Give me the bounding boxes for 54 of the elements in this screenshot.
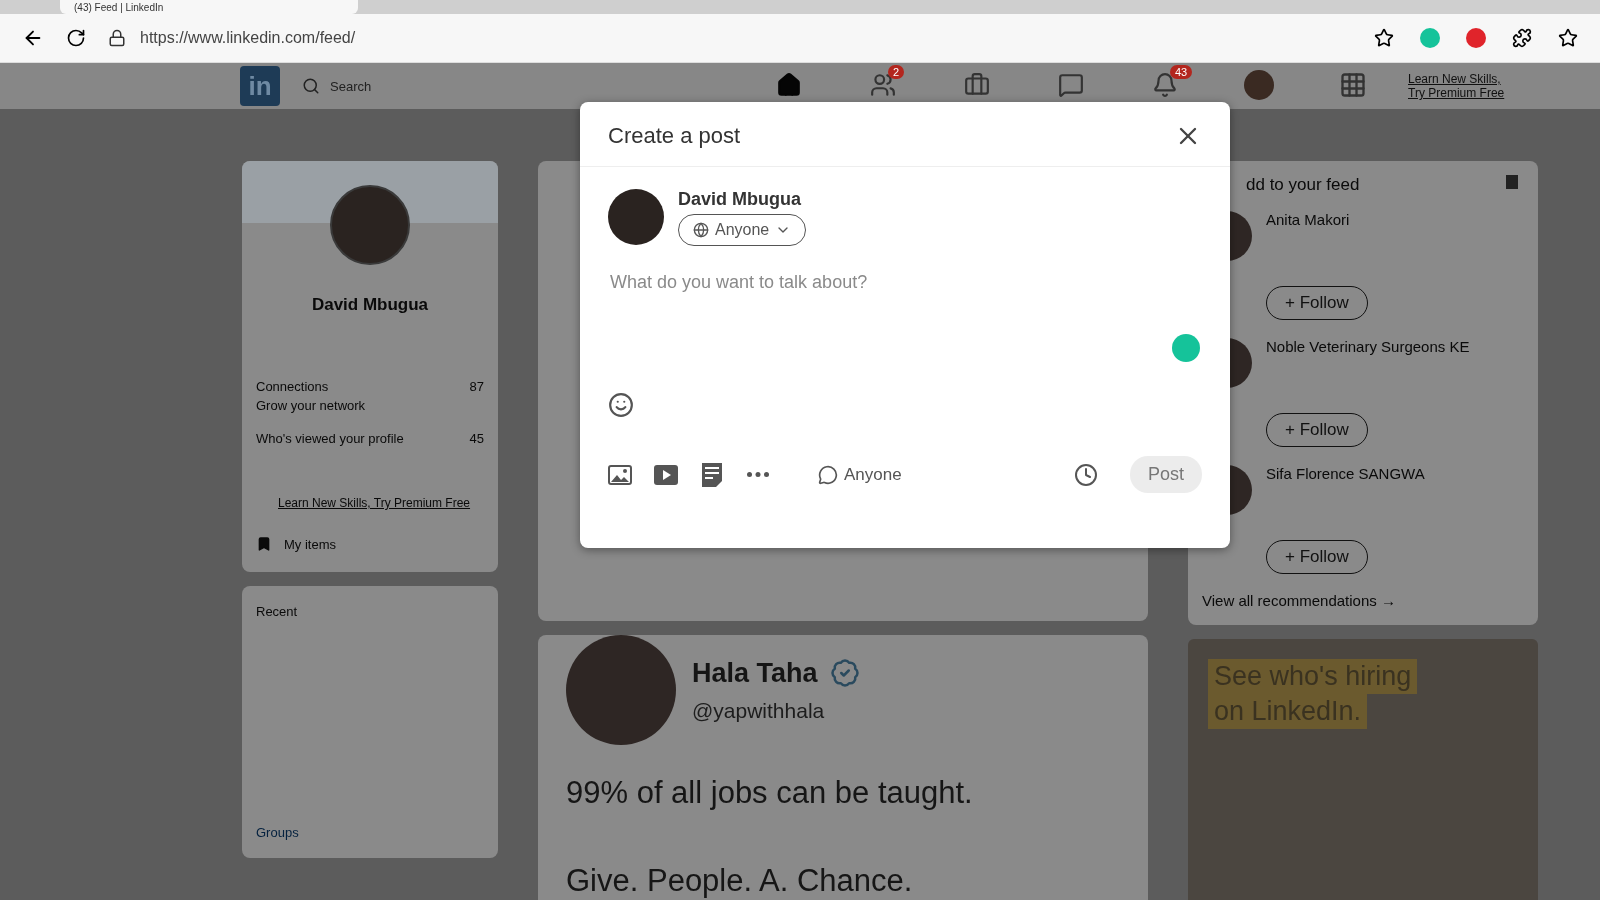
extensions-icon[interactable] <box>1512 28 1532 48</box>
home-icon[interactable] <box>776 72 802 98</box>
browser-tab[interactable]: (43) Feed | LinkedIn <box>60 0 358 14</box>
more-icon <box>747 472 769 477</box>
image-icon <box>608 464 632 485</box>
author-name: Hala Taha <box>692 657 818 689</box>
logo[interactable]: in <box>240 66 280 106</box>
favorite-icon[interactable] <box>1374 28 1394 48</box>
author-name: David Mbugua <box>678 189 802 210</box>
comment-audience-button[interactable]: Anyone <box>812 463 908 486</box>
person-name[interactable]: Anita Makori <box>1266 211 1368 228</box>
dialog-title: Create a post <box>608 123 741 149</box>
person-name[interactable]: Sifa Florence SANGWA <box>1266 465 1425 482</box>
stat-caption[interactable]: Grow your network <box>242 394 498 431</box>
reload-icon[interactable] <box>66 28 86 48</box>
emoji-icon[interactable] <box>608 392 634 418</box>
profile-name[interactable]: David Mbugua <box>242 295 498 315</box>
avatar <box>608 189 664 245</box>
stat-value: 45 <box>469 431 484 446</box>
search-field[interactable]: Search <box>330 78 372 94</box>
view-all-link[interactable]: View all recommendations → <box>1202 592 1518 609</box>
address-bar[interactable]: https://www.linkedin.com/feed/ <box>140 29 356 47</box>
globe-icon <box>693 222 709 238</box>
premium-link[interactable]: Learn New Skills, Try Premium Free <box>242 496 492 510</box>
audience-dropdown[interactable]: Anyone <box>678 214 807 246</box>
briefcase-icon[interactable] <box>964 72 990 98</box>
premium-link[interactable]: Try Premium Free <box>1408 86 1505 100</box>
post-text: 99% of all jobs can be taught. <box>565 775 974 811</box>
search-icon <box>302 77 320 95</box>
stat-label: Who's viewed your profile <box>256 431 404 446</box>
premium-link[interactable]: Learn New Skills, <box>1408 72 1505 86</box>
avatar[interactable] <box>1244 70 1274 100</box>
count-badge: 2 <box>888 65 905 79</box>
document-icon <box>702 462 722 487</box>
person-name[interactable]: Noble Veterinary Surgeons KE <box>1266 338 1470 355</box>
extension-icon[interactable] <box>1466 28 1486 48</box>
tab-title: (43) Feed | LinkedIn <box>74 1 164 13</box>
author-handle: @yapwithhala <box>692 698 826 723</box>
stat-label: Connections <box>256 379 329 394</box>
lock-icon <box>108 29 126 47</box>
bookmark-icon <box>256 536 272 552</box>
stat-value: 87 <box>469 379 484 394</box>
grid-icon[interactable] <box>1339 71 1367 99</box>
my-items-link[interactable]: My items <box>284 536 336 552</box>
favorites-icon[interactable] <box>1558 28 1578 48</box>
count-badge: 43 <box>1170 65 1193 79</box>
card-heading: dd to your feed <box>1246 175 1360 195</box>
play-icon <box>654 464 678 485</box>
post-text: Give. People. A. Chance. <box>565 863 914 899</box>
chat-icon[interactable] <box>1058 72 1084 98</box>
clock-icon <box>1073 461 1098 488</box>
speech-bubble-icon <box>818 464 838 485</box>
section-heading: Recent <box>255 603 299 621</box>
section-heading[interactable]: Groups <box>242 807 498 858</box>
